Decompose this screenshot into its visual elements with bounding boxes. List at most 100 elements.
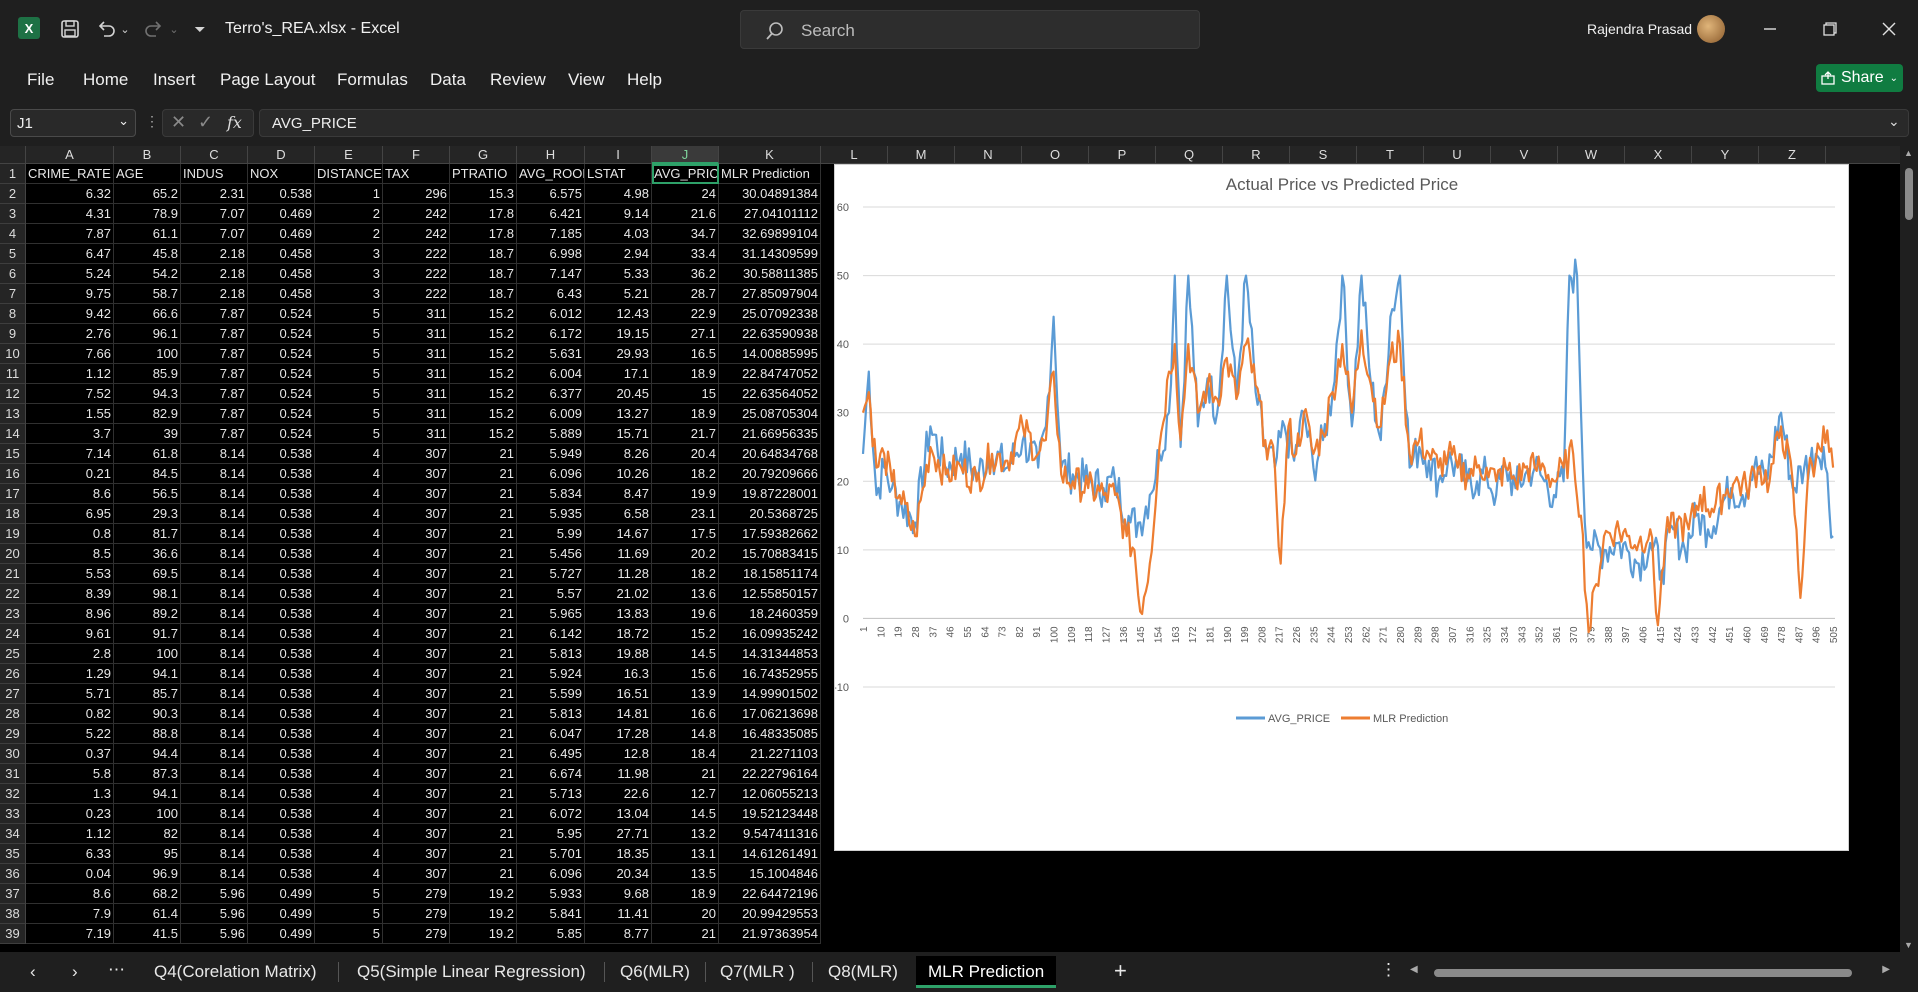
tab-review[interactable]: Review	[490, 70, 546, 90]
data-cell[interactable]: 5	[315, 344, 383, 364]
data-cell[interactable]: 18.7	[450, 244, 517, 264]
row-header[interactable]: 16	[0, 464, 26, 484]
spreadsheet-grid[interactable]: ABCDEFGHIJKLMNOPQRSTUVWXYZ 1 2 3 4 5 6 7 8 9 10 11…	[0, 146, 1918, 952]
data-cell[interactable]: 307	[383, 764, 450, 784]
data-cell[interactable]: 8.14	[181, 464, 248, 484]
column-header-j[interactable]: J	[652, 146, 719, 164]
cancel-icon[interactable]: ✕	[171, 112, 186, 133]
data-cell[interactable]: 85.7	[114, 684, 181, 704]
data-cell[interactable]: 311	[383, 384, 450, 404]
data-cell[interactable]: 7.87	[181, 404, 248, 424]
data-cell[interactable]: 21	[652, 924, 719, 944]
data-cell[interactable]: 0.538	[248, 504, 315, 524]
data-cell[interactable]: 0.538	[248, 584, 315, 604]
row-header[interactable]: 12	[0, 384, 26, 404]
data-cell[interactable]: 0.524	[248, 324, 315, 344]
data-cell[interactable]: 21	[652, 764, 719, 784]
column-header-z[interactable]: Z	[1759, 146, 1826, 164]
row-header[interactable]: 26	[0, 664, 26, 684]
data-cell[interactable]: 7.07	[181, 204, 248, 224]
data-cell[interactable]: 5	[315, 304, 383, 324]
row-header[interactable]: 15	[0, 444, 26, 464]
data-cell[interactable]: 21	[450, 484, 517, 504]
data-cell[interactable]: 28.7	[652, 284, 719, 304]
data-cell[interactable]: 15.2	[450, 404, 517, 424]
data-cell[interactable]: 23.1	[652, 504, 719, 524]
data-cell[interactable]: 311	[383, 424, 450, 444]
data-cell[interactable]: 5.727	[517, 564, 585, 584]
row-header[interactable]: 32	[0, 784, 26, 804]
row-header[interactable]: 36	[0, 864, 26, 884]
data-cell[interactable]: 6.096	[517, 464, 585, 484]
data-cell[interactable]: 5	[315, 904, 383, 924]
data-cell[interactable]: 21.2271103	[719, 744, 821, 764]
data-cell[interactable]: 16.51	[585, 684, 652, 704]
data-cell[interactable]: 0.82	[26, 704, 114, 724]
data-cell[interactable]: 13.9	[652, 684, 719, 704]
restore-icon[interactable]	[1815, 15, 1845, 43]
data-cell[interactable]: 5.813	[517, 704, 585, 724]
data-cell[interactable]: 22.6	[585, 784, 652, 804]
data-cell[interactable]: 17.28	[585, 724, 652, 744]
column-header-y[interactable]: Y	[1692, 146, 1759, 164]
row-header[interactable]: 14	[0, 424, 26, 444]
data-cell[interactable]: 15.2	[450, 384, 517, 404]
data-cell[interactable]: 13.27	[585, 404, 652, 424]
data-cell[interactable]: 8.14	[181, 584, 248, 604]
customize-toolbar-icon[interactable]: ⏷	[190, 15, 210, 43]
data-cell[interactable]: 22.64472196	[719, 884, 821, 904]
data-cell[interactable]: 18.9	[652, 364, 719, 384]
data-cell[interactable]: 14.67	[585, 524, 652, 544]
data-cell[interactable]: 90.3	[114, 704, 181, 724]
data-cell[interactable]: 0.8	[26, 524, 114, 544]
data-cell[interactable]: 22.22796164	[719, 764, 821, 784]
data-cell[interactable]: 5.21	[585, 284, 652, 304]
data-cell[interactable]: 279	[383, 884, 450, 904]
data-cell[interactable]: 4	[315, 464, 383, 484]
data-cell[interactable]: 7.87	[181, 304, 248, 324]
data-cell[interactable]: 18.15851174	[719, 564, 821, 584]
data-cell[interactable]: 21	[450, 584, 517, 604]
data-cell[interactable]: 18.35	[585, 844, 652, 864]
data-cell[interactable]: 11.98	[585, 764, 652, 784]
data-cell[interactable]: 8.26	[585, 444, 652, 464]
data-cell[interactable]: 6.495	[517, 744, 585, 764]
data-cell[interactable]: 8.14	[181, 724, 248, 744]
data-cell[interactable]: 4	[315, 684, 383, 704]
data-cell[interactable]: 21	[450, 684, 517, 704]
data-cell[interactable]: 15.2	[450, 324, 517, 344]
data-cell[interactable]: 15.2	[450, 364, 517, 384]
column-label-cell[interactable]: TAX	[383, 164, 450, 184]
row-header[interactable]: 4	[0, 224, 26, 244]
data-cell[interactable]: 18.72	[585, 624, 652, 644]
data-cell[interactable]: 100	[114, 804, 181, 824]
data-cell[interactable]: 0.524	[248, 344, 315, 364]
data-cell[interactable]: 7.14	[26, 444, 114, 464]
data-cell[interactable]: 5.631	[517, 344, 585, 364]
data-cell[interactable]: 307	[383, 624, 450, 644]
data-cell[interactable]: 39	[114, 424, 181, 444]
data-cell[interactable]: 15.6	[652, 664, 719, 684]
formula-input[interactable]: AVG_PRICE	[259, 109, 1909, 137]
data-cell[interactable]: 61.8	[114, 444, 181, 464]
data-cell[interactable]: 94.1	[114, 784, 181, 804]
minimize-icon[interactable]	[1755, 15, 1785, 43]
data-cell[interactable]: 6.172	[517, 324, 585, 344]
data-cell[interactable]: 0.538	[248, 644, 315, 664]
row-header[interactable]: 19	[0, 524, 26, 544]
save-icon[interactable]	[56, 15, 84, 43]
column-header-b[interactable]: B	[114, 146, 181, 164]
data-cell[interactable]: 4	[315, 544, 383, 564]
column-label-cell[interactable]: LSTAT	[585, 164, 652, 184]
data-cell[interactable]: 0.524	[248, 424, 315, 444]
data-cell[interactable]: 14.31344853	[719, 644, 821, 664]
data-cell[interactable]: 78.9	[114, 204, 181, 224]
column-header-c[interactable]: C	[181, 146, 248, 164]
data-cell[interactable]: 307	[383, 864, 450, 884]
data-cell[interactable]: 1.12	[26, 364, 114, 384]
user-name[interactable]: Rajendra Prasad	[1587, 21, 1692, 37]
data-cell[interactable]: 7.9	[26, 904, 114, 924]
column-label-cell[interactable]: AVG_ROOM	[517, 164, 585, 184]
column-label-cell[interactable]: DISTANCE	[315, 164, 383, 184]
undo-icon[interactable]	[93, 15, 119, 43]
